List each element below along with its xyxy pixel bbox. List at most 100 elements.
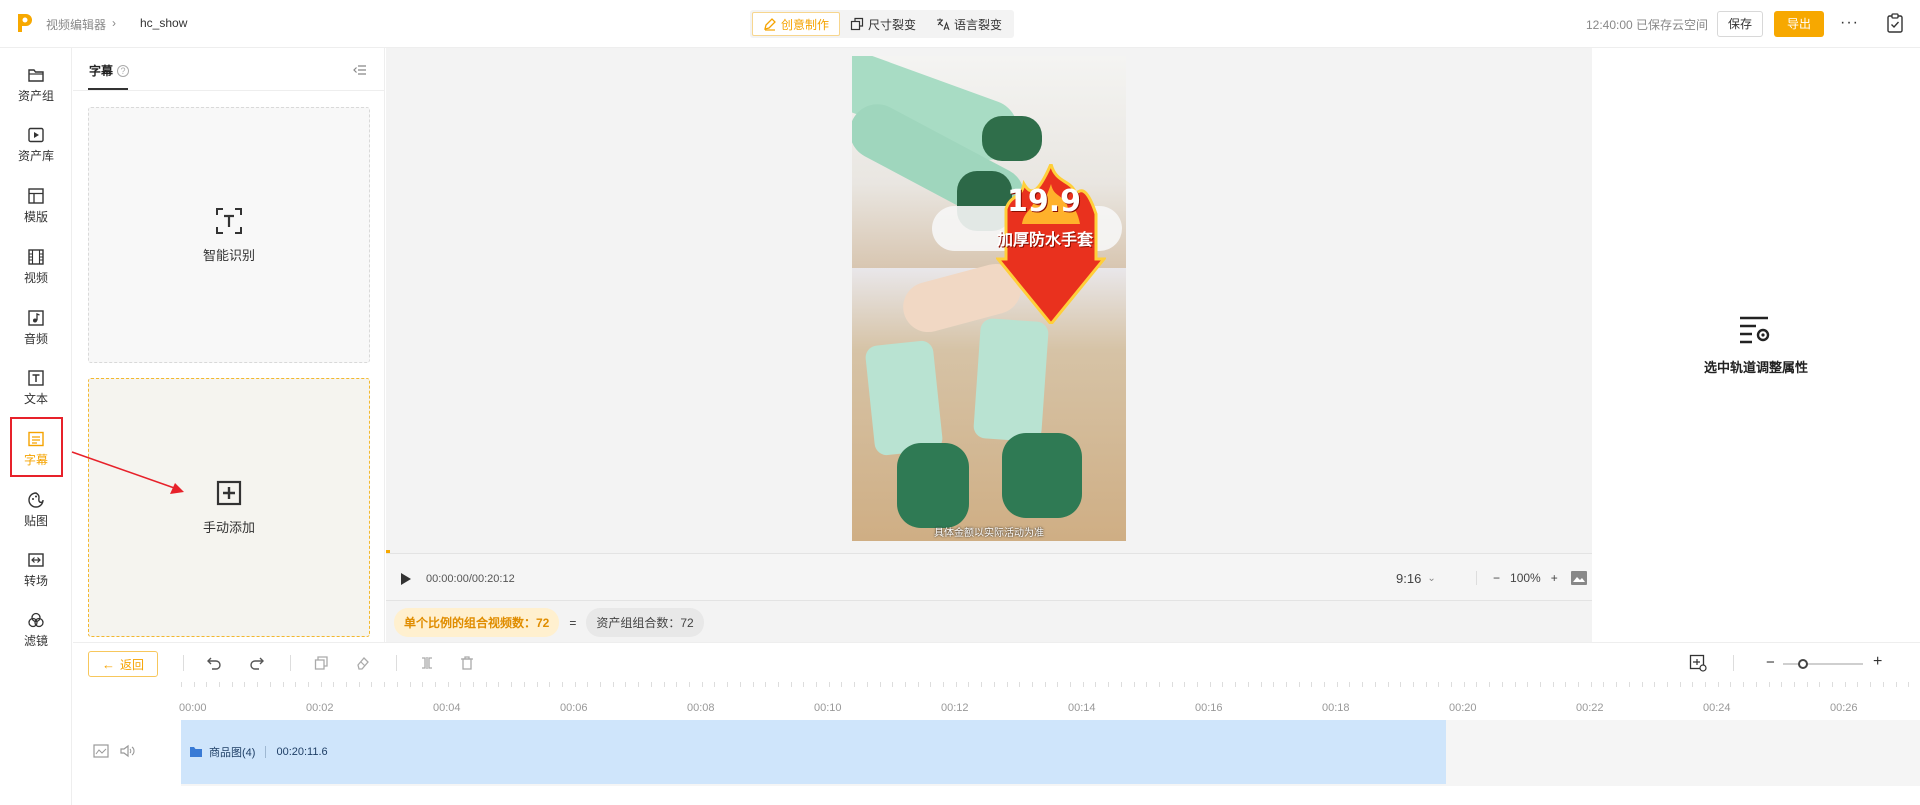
ruler-tick-mark: [511, 682, 512, 687]
ruler-tick-mark: [1070, 682, 1071, 687]
zoom-value: 100%: [1510, 571, 1541, 585]
nav-item-asset-group[interactable]: 资产组: [0, 60, 72, 110]
ruler-tick-mark: [524, 682, 525, 687]
time-ruler[interactable]: 00:00 00:02 00:04 00:06 00:08 00:10 00:12 00:14…: [73, 682, 1920, 720]
ruler-tick-mark: [283, 682, 284, 687]
ruler-tick-mark: [194, 682, 195, 687]
clip-name: 商品图(4): [209, 747, 256, 759]
help-icon[interactable]: ?: [117, 64, 130, 77]
template-icon: [28, 188, 44, 204]
nav-label: 贴图: [23, 514, 48, 528]
ruler-tick-mark: [1388, 682, 1389, 687]
ruler-tick-mark: [702, 682, 703, 687]
redo-icon[interactable]: [249, 655, 265, 671]
timeline-clip[interactable]: 商品图(4) 00:20:11.6: [181, 720, 1446, 784]
slider-knob[interactable]: [1798, 659, 1808, 669]
fit-timeline-icon[interactable]: [1689, 654, 1707, 672]
mode-creative[interactable]: 创意制作: [752, 12, 841, 36]
ruler-tick-mark: [930, 682, 931, 687]
tab-subtitle[interactable]: 字幕 ?: [89, 62, 130, 79]
ruler-tick-mark: [435, 682, 436, 687]
nav-label: 视频: [23, 271, 48, 285]
ruler-tick-mark: [1311, 682, 1312, 687]
back-button[interactable]: ← 返回: [88, 651, 158, 677]
ruler-tick-mark: [1222, 682, 1223, 687]
divider: [183, 655, 184, 671]
save-button[interactable]: 保存: [1717, 11, 1763, 37]
chevron-down-icon: ⌄: [1427, 573, 1436, 584]
ruler-tick-mark: [1324, 682, 1325, 687]
ruler-tick-mark: [359, 682, 360, 687]
ruler-tick-mark: [1578, 682, 1579, 687]
nav-item-template[interactable]: 模版: [0, 181, 72, 231]
ruler-tick-mark: [1337, 682, 1338, 687]
zoom-out-button[interactable]: −: [1493, 571, 1500, 585]
timeline-zoom-in[interactable]: +: [1873, 653, 1882, 671]
ruler-tick-label: 00:08: [687, 702, 715, 714]
zoom-in-button[interactable]: +: [1551, 571, 1558, 585]
ruler-tick-mark: [1642, 682, 1643, 687]
nav-label: 音频: [23, 332, 48, 346]
clear-style-icon[interactable]: [355, 655, 371, 671]
ruler-tick-mark: [968, 682, 969, 687]
auto-recognize-card[interactable]: 智能识别: [88, 107, 370, 363]
mode-language[interactable]: 语言裂变: [926, 12, 1012, 36]
collapse-panel-icon[interactable]: [353, 64, 367, 76]
timeline-zoom-out[interactable]: −: [1766, 654, 1775, 671]
ruler-tick-mark: [981, 682, 982, 687]
ruler-tick-mark: [181, 682, 182, 687]
play-icon[interactable]: [400, 572, 412, 586]
auto-recognize-label: 智能识别: [202, 247, 255, 263]
ruler-tick-mark: [1705, 682, 1706, 687]
image-icon[interactable]: [1570, 570, 1588, 586]
ruler-tick-mark: [549, 682, 550, 687]
ruler-tick-mark: [613, 682, 614, 687]
nav-item-transition[interactable]: 转场: [0, 545, 72, 595]
tab-label: 字幕: [89, 64, 114, 78]
ruler-tick-mark: [1261, 682, 1262, 687]
ruler-tick-mark: [1286, 682, 1287, 687]
zoom-controls: − 100% +: [1476, 571, 1558, 585]
ruler-tick-mark: [1832, 682, 1833, 687]
nav-item-sticker[interactable]: 贴图: [0, 485, 72, 535]
ruler-tick-mark: [689, 682, 690, 687]
ruler-tick-mark: [994, 682, 995, 687]
timeline-zoom-slider[interactable]: [1783, 659, 1863, 669]
export-button[interactable]: 导出: [1774, 11, 1824, 37]
split-icon[interactable]: [419, 655, 435, 671]
ruler-tick-mark: [956, 682, 957, 687]
track-image-icon[interactable]: [93, 744, 109, 758]
ruler-tick-mark: [1032, 682, 1033, 687]
breadcrumb-root[interactable]: 视频编辑器: [46, 16, 106, 33]
mode-resize[interactable]: 尺寸裂变: [840, 12, 926, 36]
nav-item-filter[interactable]: 滤镜: [0, 605, 72, 655]
trash-icon[interactable]: [459, 655, 475, 671]
glove-shape: [972, 317, 1050, 443]
ruler-tick-mark: [486, 682, 487, 687]
nav-item-video[interactable]: 视频: [0, 242, 72, 292]
ruler-tick-mark: [1273, 682, 1274, 687]
mode-label: 尺寸裂变: [868, 17, 917, 32]
clipboard-check-icon[interactable]: [1886, 13, 1904, 33]
text-icon: [28, 370, 44, 386]
ruler-tick-mark: [1362, 682, 1363, 687]
ruler-tick-mark: [1718, 682, 1719, 687]
annotation-arrow-icon: [71, 451, 184, 494]
ruler-tick-mark: [1413, 682, 1414, 687]
nav-item-asset-library[interactable]: 资产库: [0, 120, 72, 170]
ruler-tick-mark: [562, 682, 563, 687]
ruler-tick-mark: [232, 682, 233, 687]
asset-combo-badge: 资产组组合数：72: [586, 608, 704, 637]
copy-icon[interactable]: [313, 655, 329, 671]
divider: [265, 746, 267, 758]
more-menu-button[interactable]: ···: [1840, 14, 1859, 32]
nav-item-audio[interactable]: 音频: [0, 303, 72, 353]
chevron-right-icon: ›: [112, 16, 116, 30]
nav-item-text[interactable]: 文本: [0, 363, 72, 413]
manual-add-card[interactable]: 手动添加: [88, 378, 370, 637]
aspect-ratio-select[interactable]: 9:16 ⌄: [1396, 571, 1436, 586]
ruler-tick-label: 00:02: [306, 702, 334, 714]
ruler-tick-mark: [1349, 682, 1350, 687]
volume-icon[interactable]: [119, 744, 135, 758]
undo-icon[interactable]: [206, 655, 222, 671]
